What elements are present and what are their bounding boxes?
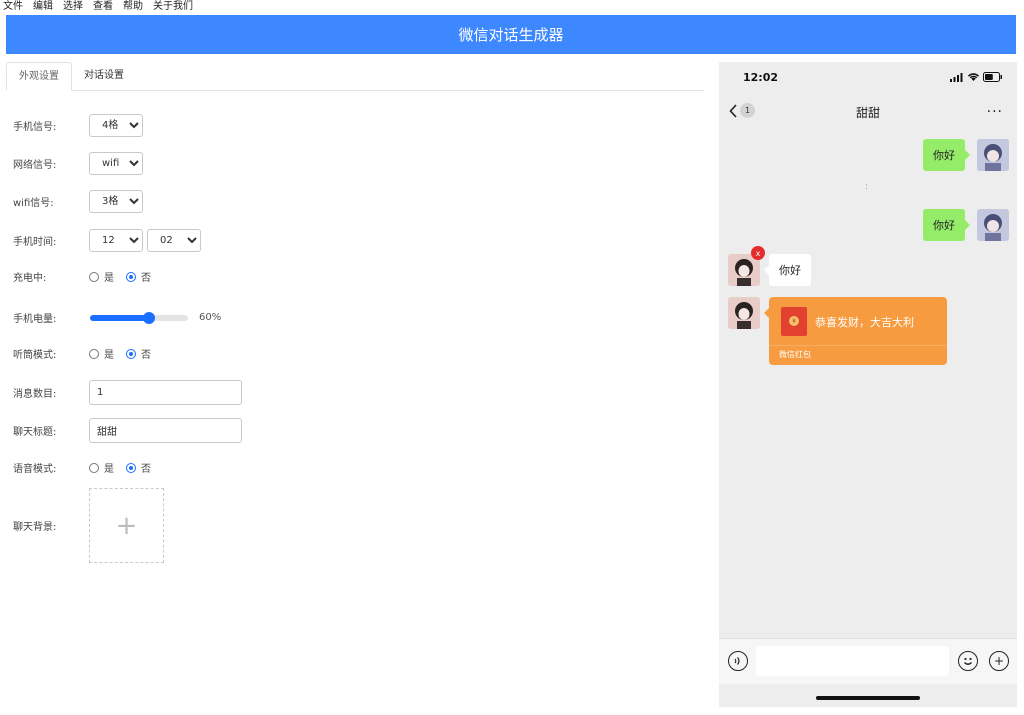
chattitle-input[interactable] bbox=[89, 418, 242, 443]
message-bubble-received: 你好 bbox=[764, 254, 811, 286]
time-separator: : bbox=[865, 182, 869, 192]
cell-signal-icon bbox=[950, 72, 963, 82]
chattitle-label: 聊天标题: bbox=[13, 427, 57, 438]
app-title-bar: 微信对话生成器 bbox=[6, 15, 1016, 54]
battery-slider-fill bbox=[90, 314, 149, 321]
network-row: 网络信号: wifi bbox=[13, 152, 143, 175]
message-bubble-sent: 你好 bbox=[923, 209, 970, 241]
wifi-row: wifi信号: 3格 bbox=[13, 190, 143, 213]
red-packet-message[interactable]: ¥ 恭喜发财，大吉大利 微信红包 bbox=[764, 297, 947, 365]
chattitle-row: 聊天标题: bbox=[13, 418, 242, 443]
msgcount-row: 消息数目: bbox=[13, 380, 242, 405]
voice-no-label: 否 bbox=[141, 464, 151, 475]
minute-select[interactable]: 02 bbox=[147, 229, 201, 252]
chevron-left-icon bbox=[729, 103, 737, 118]
battery-label: 手机电量: bbox=[13, 314, 57, 325]
earpiece-label: 听筒模式: bbox=[13, 350, 57, 361]
earpiece-no-label: 否 bbox=[141, 350, 151, 361]
unread-badge: 1 bbox=[740, 103, 755, 118]
charging-row: 充电中: 是 否 bbox=[13, 269, 151, 284]
msgcount-input[interactable] bbox=[89, 380, 242, 405]
avatar-me bbox=[977, 139, 1009, 171]
red-packet-footer: 微信红包 bbox=[769, 345, 947, 365]
menu-select[interactable]: 选择 bbox=[63, 0, 83, 14]
charging-no-radio[interactable] bbox=[126, 271, 136, 282]
voice-label: 语音模式: bbox=[13, 464, 57, 475]
settings-tabs: 外观设置 对话设置 bbox=[6, 62, 704, 91]
battery-value: 60% bbox=[199, 312, 222, 323]
time-label: 手机时间: bbox=[13, 237, 57, 248]
charging-yes-radio[interactable] bbox=[89, 271, 99, 282]
red-envelope-icon: ¥ bbox=[781, 307, 807, 336]
hour-select[interactable]: 12 bbox=[89, 229, 143, 252]
background-row: 聊天背景: + bbox=[13, 488, 164, 563]
tab-appearance[interactable]: 外观设置 bbox=[6, 62, 72, 91]
battery-slider[interactable] bbox=[90, 311, 188, 324]
charging-no-label: 否 bbox=[141, 273, 151, 284]
voice-yes-radio[interactable] bbox=[89, 462, 99, 473]
time-row: 手机时间: 12 02 bbox=[13, 229, 201, 252]
signal-row: 手机信号: 4格 bbox=[13, 114, 143, 137]
delete-badge[interactable]: x bbox=[751, 246, 765, 260]
wifi-label: wifi信号: bbox=[13, 198, 54, 209]
msgcount-label: 消息数目: bbox=[13, 389, 57, 400]
wifi-select[interactable]: 3格 bbox=[89, 190, 143, 213]
battery-icon bbox=[983, 72, 1002, 82]
tab-conversation[interactable]: 对话设置 bbox=[72, 62, 136, 91]
chat-header: 1 甜甜 ··· bbox=[719, 98, 1017, 126]
background-label: 聊天背景: bbox=[13, 522, 57, 533]
earpiece-no-radio[interactable] bbox=[126, 348, 136, 359]
menu-about[interactable]: 关于我们 bbox=[153, 0, 193, 14]
avatar-contact bbox=[728, 297, 760, 329]
earpiece-yes-label: 是 bbox=[104, 350, 114, 361]
battery-row: 手机电量: 60% bbox=[13, 310, 221, 325]
menu-help[interactable]: 帮助 bbox=[123, 0, 143, 14]
network-select[interactable]: wifi bbox=[89, 152, 143, 175]
back-button[interactable]: 1 bbox=[729, 103, 755, 118]
more-options-icon[interactable]: ··· bbox=[987, 104, 1003, 120]
home-indicator bbox=[816, 696, 920, 700]
earpiece-yes-radio[interactable] bbox=[89, 348, 99, 359]
menu-file[interactable]: 文件 bbox=[3, 0, 23, 14]
battery-slider-handle[interactable] bbox=[142, 311, 155, 324]
avatar-me bbox=[977, 209, 1009, 241]
signal-label: 手机信号: bbox=[13, 122, 57, 133]
plus-icon: + bbox=[115, 510, 138, 541]
chat-title: 甜甜 bbox=[855, 105, 880, 120]
add-icon[interactable]: + bbox=[989, 651, 1009, 671]
voice-icon[interactable] bbox=[728, 651, 748, 671]
network-label: 网络信号: bbox=[13, 160, 57, 171]
status-bar: 12:02 bbox=[719, 62, 1017, 92]
earpiece-row: 听筒模式: 是 否 bbox=[13, 346, 151, 361]
voice-row: 语音模式: 是 否 bbox=[13, 460, 151, 475]
charging-label: 充电中: bbox=[13, 273, 47, 284]
status-time: 12:02 bbox=[743, 70, 779, 84]
message-input[interactable] bbox=[756, 646, 949, 676]
voice-no-radio[interactable] bbox=[126, 462, 136, 473]
phone-preview: 12:02 1 甜甜 ··· 你好 : 你好 x 你好 ¥ 恭喜发财，大吉大利 … bbox=[719, 62, 1017, 707]
menu-bar: 文件 编辑 选择 查看 帮助 关于我们 bbox=[0, 0, 1024, 14]
background-upload-button[interactable]: + bbox=[89, 488, 164, 563]
menu-edit[interactable]: 编辑 bbox=[33, 0, 53, 14]
message-bubble-sent: 你好 bbox=[923, 139, 970, 171]
menu-view[interactable]: 查看 bbox=[93, 0, 113, 14]
wifi-icon bbox=[967, 73, 980, 81]
app-title: 微信对话生成器 bbox=[458, 26, 564, 44]
emoji-icon[interactable] bbox=[958, 651, 978, 671]
voice-yes-label: 是 bbox=[104, 464, 114, 475]
red-packet-greeting: 恭喜发财，大吉大利 bbox=[815, 316, 914, 329]
charging-yes-label: 是 bbox=[104, 273, 114, 284]
chat-input-bar: + bbox=[719, 638, 1017, 684]
signal-select[interactable]: 4格 bbox=[89, 114, 143, 137]
